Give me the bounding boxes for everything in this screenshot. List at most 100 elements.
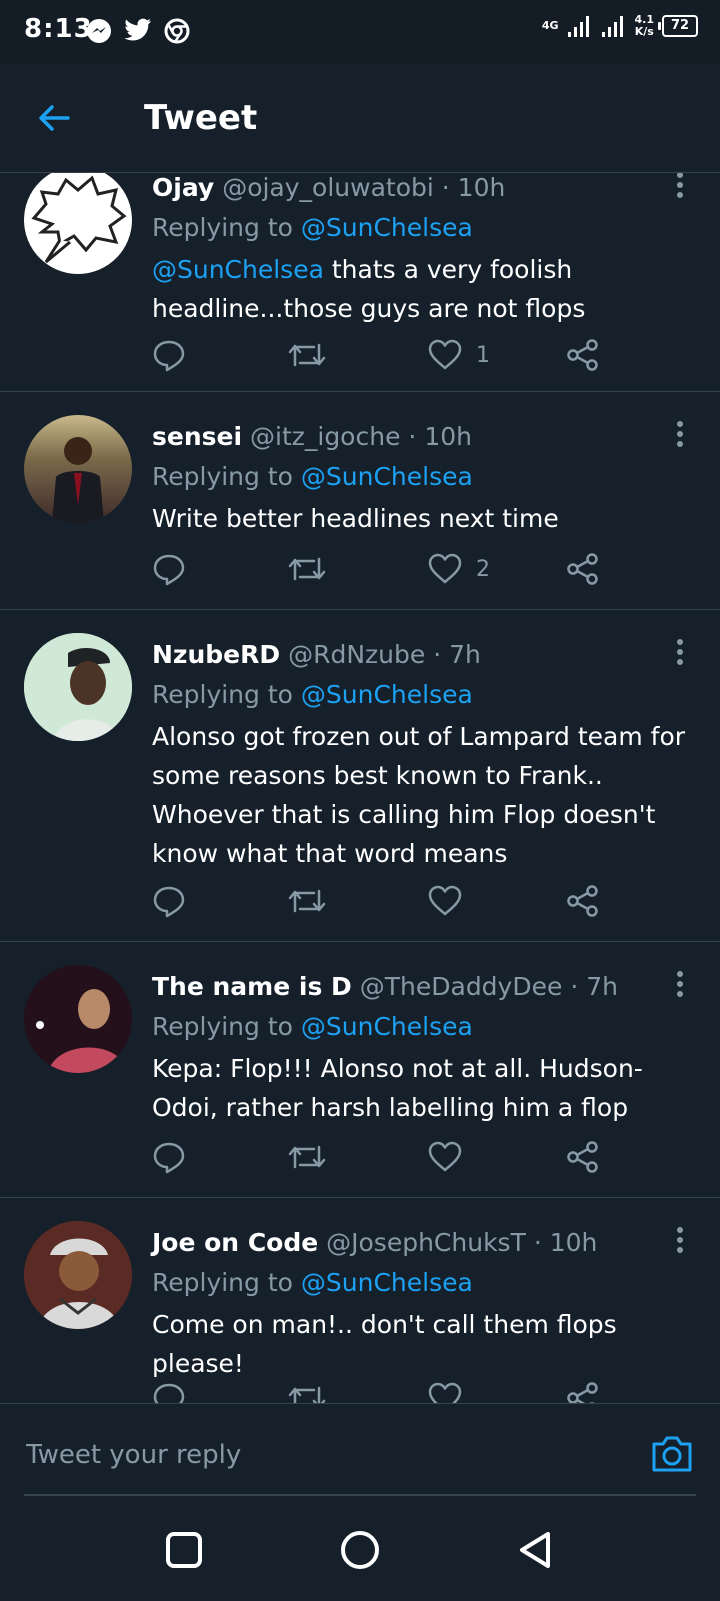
reply-button[interactable] [152,549,186,589]
more-vertical-icon[interactable] [676,970,684,998]
network-type: 4G [541,19,559,32]
display-name[interactable]: The name is D [152,972,352,1001]
home-icon[interactable] [338,1528,382,1572]
reply-underline [24,1494,696,1496]
timestamp: 10h [549,1228,598,1257]
handle[interactable]: @RdNzube [288,640,425,669]
reply-button[interactable] [152,1378,186,1403]
heart-icon [428,1141,462,1172]
retweet-button[interactable] [288,1378,326,1403]
retweet-button[interactable] [288,881,326,921]
like-button[interactable] [428,1378,476,1403]
display-name[interactable]: sensei [152,422,242,451]
person-photo [52,437,104,523]
like-count: 2 [476,556,490,582]
share-icon [567,339,598,371]
like-button[interactable]: 1 [428,335,490,375]
display-name[interactable]: Joe on Code [152,1228,318,1257]
chrome-icon [164,18,190,44]
notification-icons [86,18,190,44]
arrow-left-icon[interactable] [34,98,74,138]
person-photo [24,1221,132,1329]
more-vertical-icon[interactable] [676,173,684,199]
reply-mention-link[interactable]: @SunChelsea [301,213,473,242]
more-vertical-icon[interactable] [676,638,684,666]
person-photo [24,633,132,741]
retweet-button[interactable] [288,335,326,375]
reply-button[interactable] [152,881,186,921]
retweet-button[interactable] [288,549,326,589]
camera-icon[interactable] [650,1434,694,1474]
handle[interactable]: @itz_igoche [250,422,400,451]
retweet-icon [288,343,326,367]
replying-to: Replying to @SunChelsea [152,462,473,491]
share-button[interactable] [566,881,600,921]
app-header: Tweet [0,64,720,173]
status-time: 8:13 [24,14,93,44]
retweet-icon [288,1145,326,1169]
share-button[interactable] [566,1137,600,1177]
more-vertical-icon[interactable] [676,420,684,448]
heart-icon [428,885,462,916]
share-button[interactable] [566,549,600,589]
comment-icon [153,1142,185,1174]
handle[interactable]: @TheDaddyDee [360,972,563,1001]
tweet-item[interactable]: Ojay @ojay_oluwatobi · 10h Replying to @… [0,173,720,392]
recent-apps-icon[interactable] [162,1528,206,1572]
tweet-header: The name is D @TheDaddyDee · 7h [152,972,618,1001]
tweet-item[interactable]: sensei @itz_igoche · 10h Replying to @Su… [0,392,720,610]
share-icon [567,553,598,585]
reply-mention-link[interactable]: @SunChelsea [301,680,473,709]
avatar[interactable] [24,965,132,1073]
avatar[interactable] [24,633,132,741]
twitter-icon [124,18,151,41]
speech-bubble-icon [31,175,127,264]
signal-icon-2 [601,16,623,37]
tweet-actions: 1 [152,335,672,375]
like-button[interactable] [428,881,476,921]
share-button[interactable] [566,1378,600,1403]
handle[interactable]: @JosephChuksT [326,1228,526,1257]
reply-feed[interactable]: Ojay @ojay_oluwatobi · 10h Replying to @… [0,173,720,1403]
retweet-button[interactable] [288,1137,326,1177]
tweet-item[interactable]: Joe on Code @JosephChuksT · 10h Replying… [0,1198,720,1403]
retweet-icon [288,1386,326,1403]
reply-mention-link[interactable]: @SunChelsea [301,1268,473,1297]
system-nav-bar [0,1498,720,1600]
comment-icon [153,886,185,918]
reply-input[interactable] [24,1432,628,1478]
tweet-actions [152,1137,672,1177]
display-name[interactable]: NzubeRD [152,640,280,669]
timestamp: 10h [457,173,506,202]
avatar[interactable] [24,173,132,274]
retweet-icon [288,557,326,581]
reply-mention-link[interactable]: @SunChelsea [301,1012,473,1041]
timestamp: 7h [449,640,481,669]
display-name[interactable]: Ojay [152,173,214,202]
tweet-text: @SunChelsea thats a very foolish headlin… [152,255,586,323]
network-speed: 4.1 K/s [634,13,655,38]
tweet-item[interactable]: The name is D @TheDaddyDee · 7h Replying… [0,942,720,1198]
more-vertical-icon[interactable] [676,1226,684,1254]
tweet-actions [152,1378,672,1403]
reply-button[interactable] [152,1137,186,1177]
tweet-item[interactable]: NzubeRD @RdNzube · 7h Replying to @SunCh… [0,610,720,942]
replying-to: Replying to @SunChelsea [152,1012,473,1041]
handle[interactable]: @ojay_oluwatobi [222,173,434,202]
avatar[interactable] [24,415,132,523]
share-button[interactable] [566,335,600,375]
like-button[interactable]: 2 [428,549,490,589]
tweet-actions: 2 [152,549,672,589]
heart-icon [428,1382,462,1403]
avatar[interactable] [24,1221,132,1329]
heart-icon [428,553,462,584]
mention-link[interactable]: @SunChelsea [152,255,324,284]
like-button[interactable] [428,1137,476,1177]
status-right: 4G 4.1 K/s 72 [542,14,698,38]
back-triangle-icon[interactable] [514,1528,558,1572]
reply-button[interactable] [152,335,186,375]
person-photo [24,965,132,1073]
tweet-text: Kepa: Flop!!! Alonso not at all. Hudson-… [152,1054,643,1122]
reply-mention-link[interactable]: @SunChelsea [301,462,473,491]
status-bar: 8:13 4G 4.1 K/s 72 [0,0,720,64]
